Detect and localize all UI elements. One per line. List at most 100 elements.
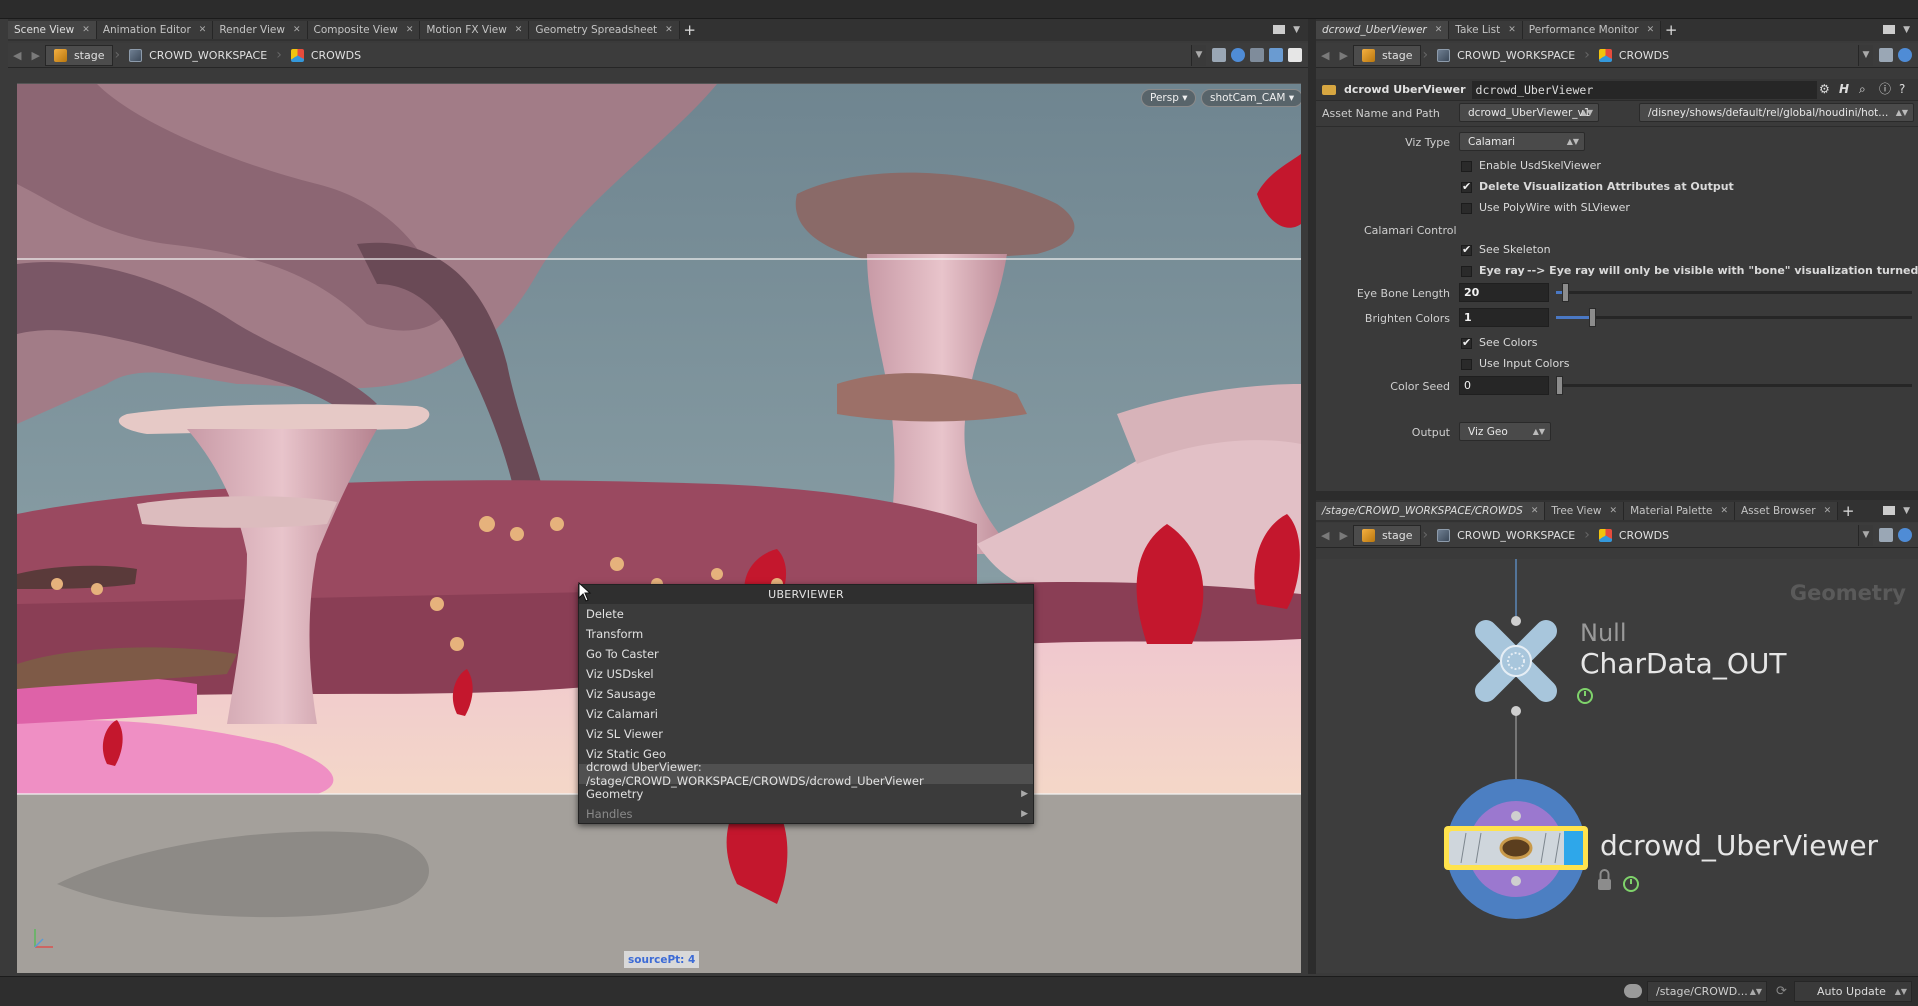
- tab-geometry-spreadsheet[interactable]: Geometry Spreadsheet ✕: [529, 21, 680, 39]
- menu-item-viz-calamari[interactable]: Viz Calamari: [579, 704, 1033, 724]
- tab-tree-view[interactable]: Tree View ✕: [1545, 502, 1625, 520]
- search-icon[interactable]: ⌕: [1859, 83, 1872, 96]
- uberviewer-node[interactable]: [1444, 779, 1588, 919]
- back-arrow-icon[interactable]: ◀: [1321, 49, 1329, 62]
- close-icon[interactable]: ✕: [1531, 506, 1539, 516]
- pane-menu-icon[interactable]: ▼: [1293, 25, 1300, 35]
- enable-usdskel-checkbox[interactable]: [1461, 161, 1472, 172]
- chat-bubble-icon[interactable]: [1624, 984, 1642, 998]
- brighten-field[interactable]: 1: [1459, 308, 1549, 327]
- slider-handle[interactable]: [1589, 308, 1596, 327]
- crumb-stage[interactable]: stage: [1352, 44, 1422, 66]
- crumb-workspace[interactable]: CROWD_WORKSPACE: [1429, 525, 1583, 546]
- help-h-icon[interactable]: H: [1839, 83, 1852, 96]
- close-icon[interactable]: ✕: [1435, 25, 1443, 35]
- back-arrow-icon[interactable]: ◀: [1321, 529, 1329, 542]
- pin-icon[interactable]: [1212, 48, 1226, 62]
- crumb-crowds[interactable]: CROWDS: [283, 45, 369, 66]
- slider-handle[interactable]: [1556, 376, 1563, 395]
- close-icon[interactable]: ✕: [1508, 25, 1516, 35]
- camera-icon[interactable]: [1250, 48, 1264, 62]
- color-seed-field[interactable]: 0: [1459, 376, 1549, 395]
- null-node-name[interactable]: CharData_OUT: [1580, 647, 1786, 680]
- forward-arrow-icon[interactable]: ▶: [1339, 529, 1347, 542]
- use-input-colors-checkbox[interactable]: [1461, 359, 1472, 370]
- persp-view-button[interactable]: Persp ▾: [1141, 89, 1197, 107]
- crumb-crowds[interactable]: CROWDS: [1591, 525, 1677, 546]
- eye-ray-checkbox[interactable]: [1461, 266, 1472, 277]
- tab-parameters[interactable]: dcrowd_UberViewer ✕: [1316, 21, 1450, 39]
- tab-material-palette[interactable]: Material Palette ✕: [1624, 502, 1735, 520]
- crumb-stage[interactable]: stage: [1352, 524, 1422, 546]
- tab-asset-browser[interactable]: Asset Browser ✕: [1734, 502, 1839, 520]
- maximize-pane-icon[interactable]: [1883, 506, 1896, 515]
- network-editor[interactable]: Geometry Null CharData_OUT dcrowd_UberVi…: [1316, 559, 1918, 973]
- lock-icon[interactable]: [1598, 869, 1611, 890]
- add-tab-icon[interactable]: +: [1661, 21, 1681, 39]
- crumb-stage[interactable]: stage: [44, 44, 114, 66]
- close-icon[interactable]: ✕: [1647, 25, 1655, 35]
- path-dropdown[interactable]: ▼: [1858, 524, 1873, 546]
- tab-motion-fx-view[interactable]: Motion FX View ✕: [420, 21, 530, 39]
- close-icon[interactable]: ✕: [1610, 506, 1618, 516]
- help-icon[interactable]: ?: [1899, 83, 1912, 96]
- path-dropdown[interactable]: ▼: [1191, 44, 1206, 66]
- tab-network-view[interactable]: /stage/CROWD_WORKSPACE/CROWDS ✕: [1316, 502, 1546, 520]
- tab-animation-editor[interactable]: Animation Editor ✕: [96, 21, 214, 39]
- close-icon[interactable]: ✕: [1720, 506, 1728, 516]
- menu-item-delete[interactable]: Delete: [579, 604, 1033, 624]
- close-icon[interactable]: ✕: [1824, 506, 1832, 516]
- path-dropdown[interactable]: ▼: [1858, 44, 1873, 66]
- forward-arrow-icon[interactable]: ▶: [31, 49, 39, 62]
- delete-viz-checkbox[interactable]: [1461, 180, 1472, 193]
- use-polywire-checkbox[interactable]: [1461, 203, 1472, 214]
- asset-path-select[interactable]: /disney/shows/default/rel/global/houdini…: [1639, 103, 1914, 122]
- close-icon[interactable]: ✕: [515, 25, 523, 35]
- scene-viewport[interactable]: Persp ▾ shotCam_CAM ▾ sourcePt: 4: [17, 83, 1301, 973]
- forward-arrow-icon[interactable]: ▶: [1339, 49, 1347, 62]
- slider-handle[interactable]: [1562, 283, 1569, 302]
- eye-bone-field[interactable]: 20: [1459, 283, 1549, 302]
- pin-icon[interactable]: [1879, 48, 1893, 62]
- close-icon[interactable]: ✕: [293, 25, 301, 35]
- eye-bone-slider[interactable]: [1556, 283, 1912, 302]
- asset-name-select[interactable]: dcrowd_UberViewer_v1 ▲▼: [1459, 103, 1599, 122]
- crumb-workspace[interactable]: CROWD_WORKSPACE: [121, 45, 275, 66]
- auto-update-select[interactable]: Auto Update ▲▼: [1794, 981, 1912, 1002]
- menu-item-geometry[interactable]: Geometry ▶: [579, 784, 1033, 804]
- back-arrow-icon[interactable]: ◀: [13, 49, 21, 62]
- pane-menu-icon[interactable]: ▼: [1903, 25, 1910, 35]
- tab-performance-monitor[interactable]: Performance Monitor ✕: [1522, 21, 1662, 39]
- close-icon[interactable]: ✕: [406, 25, 414, 35]
- tab-take-list[interactable]: Take List ✕: [1449, 21, 1523, 39]
- refresh-icon[interactable]: ⟳: [1776, 984, 1787, 999]
- node-name-field[interactable]: dcrowd_UberViewer: [1471, 80, 1817, 99]
- light-icon[interactable]: [1269, 48, 1283, 62]
- add-tab-icon[interactable]: +: [680, 21, 700, 39]
- null-node[interactable]: [1475, 616, 1557, 716]
- uberviewer-node-name[interactable]: dcrowd_UberViewer: [1600, 829, 1878, 862]
- link-icon[interactable]: [1231, 48, 1245, 62]
- color-seed-slider[interactable]: [1556, 376, 1912, 395]
- tab-composite-view[interactable]: Composite View ✕: [307, 21, 421, 39]
- link-icon[interactable]: [1898, 48, 1912, 62]
- crumb-workspace[interactable]: CROWD_WORKSPACE: [1429, 45, 1583, 66]
- menu-item-viz-usdskel[interactable]: Viz USDskel: [579, 664, 1033, 684]
- menu-item-node-path[interactable]: dcrowd UberViewer: /stage/CROWD_WORKSPAC…: [579, 760, 1033, 788]
- brighten-slider[interactable]: [1556, 308, 1912, 327]
- menu-item-transform[interactable]: Transform: [579, 624, 1033, 644]
- tab-scene-view[interactable]: Scene View ✕: [8, 21, 97, 39]
- link-icon[interactable]: [1898, 528, 1912, 542]
- info-icon[interactable]: ⓘ: [1879, 83, 1892, 96]
- pane-splitter[interactable]: [1308, 19, 1316, 974]
- close-icon[interactable]: ✕: [82, 25, 90, 35]
- pane-menu-icon[interactable]: ▼: [1903, 506, 1910, 516]
- maximize-pane-icon[interactable]: [1883, 25, 1896, 34]
- pin-icon[interactable]: [1879, 528, 1893, 542]
- gear-icon[interactable]: ⚙: [1819, 83, 1832, 96]
- pane-splitter[interactable]: [1316, 491, 1918, 500]
- menu-item-go-to-caster[interactable]: Go To Caster: [579, 644, 1033, 664]
- menu-item-viz-sl-viewer[interactable]: Viz SL Viewer: [579, 724, 1033, 744]
- viz-type-select[interactable]: Calamari ▲▼: [1459, 132, 1585, 151]
- close-icon[interactable]: ✕: [199, 25, 207, 35]
